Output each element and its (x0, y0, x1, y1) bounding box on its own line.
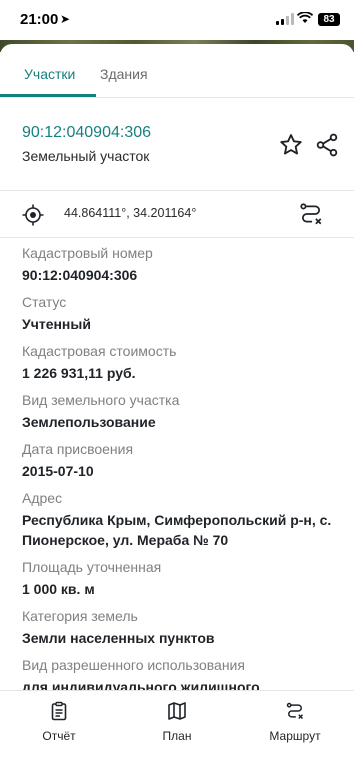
field-status: Статус Учтенный (22, 293, 342, 334)
field-value: 1 226 931,11 руб. (22, 365, 136, 381)
plot-header: 90:12:040904:306 Земельный участок (0, 99, 354, 191)
field-area: Площадь уточненная 1 000 кв. м (22, 558, 342, 599)
plan-label: План (162, 729, 192, 743)
field-label: Дата присвоения (22, 441, 134, 457)
route-icon[interactable] (298, 201, 324, 227)
field-address: Адрес Республика Крым, Симферопольский р… (22, 489, 342, 550)
plot-details: Кадастровый номер 90:12:040904:306 Стату… (22, 244, 342, 690)
field-label: Адрес (22, 490, 63, 506)
field-value: 2015-07-10 (22, 463, 94, 479)
field-assignment-date: Дата присвоения 2015-07-10 (22, 440, 342, 481)
cadastral-number-link[interactable]: 90:12:040904:306 (22, 124, 151, 142)
route-icon (286, 702, 304, 720)
status-time: 21:00 (20, 11, 59, 28)
field-value: 90:12:040904:306 (22, 267, 138, 283)
field-label: Вид земельного участка (22, 392, 180, 408)
tab-plots[interactable]: Участки (24, 66, 75, 82)
route-label: Маршрут (269, 729, 321, 743)
star-icon[interactable] (278, 132, 304, 158)
field-value: Республика Крым, Симферопольский р-н, с.… (22, 512, 332, 548)
field-label: Вид разрешенного использования (22, 657, 245, 673)
report-button[interactable]: Отчёт (14, 697, 104, 747)
map-icon (168, 702, 186, 720)
field-value: Земли населенных пунктов (22, 630, 215, 646)
tab-buildings[interactable]: Здания (100, 66, 148, 82)
wifi-icon (296, 11, 314, 27)
coordinates-value: 44.864111°, 34.201164° (64, 206, 197, 220)
field-value: Учтенный (22, 316, 91, 332)
plot-type: Земельный участок (22, 148, 150, 164)
field-value: Землепользование (22, 414, 156, 430)
status-bar: 21:00 ➤ 83 (0, 0, 354, 40)
field-land-category: Категория земель Земли населенных пункто… (22, 607, 342, 648)
field-cadastral-value: Кадастровая стоимость 1 226 931,11 руб. (22, 342, 342, 383)
battery-icon: 83 (318, 13, 340, 26)
active-tab-indicator (0, 94, 96, 97)
field-cadastral-number: Кадастровый номер 90:12:040904:306 (22, 244, 342, 285)
field-label: Кадастровая стоимость (22, 343, 177, 359)
field-label: Категория земель (22, 608, 138, 624)
share-icon[interactable] (314, 132, 340, 158)
field-label: Кадастровый номер (22, 245, 153, 261)
field-label: Площадь уточненная (22, 559, 162, 575)
report-label: Отчёт (42, 729, 76, 743)
location-arrow-icon: ➤ (60, 12, 71, 26)
tab-bar: Участки Здания (0, 44, 354, 98)
field-plot-kind: Вид земельного участка Землепользование (22, 391, 342, 432)
coordinates-row: 44.864111°, 34.201164° (0, 192, 354, 238)
report-icon (51, 701, 67, 721)
bottom-sheet: Участки Здания 90:12:040904:306 Земельны… (0, 44, 354, 767)
signal-icon (276, 13, 294, 25)
plan-button[interactable]: План (132, 697, 222, 747)
field-permitted-use: Вид разрешенного использования для индив… (22, 656, 342, 690)
target-icon[interactable] (22, 204, 44, 226)
bottom-navigation: Отчёт План Маршрут (0, 690, 354, 767)
field-value: 1 000 кв. м (22, 581, 95, 597)
field-label: Статус (22, 294, 67, 310)
field-value: для индивидуального жилищного строительс… (22, 679, 260, 690)
route-button[interactable]: Маршрут (250, 697, 340, 747)
